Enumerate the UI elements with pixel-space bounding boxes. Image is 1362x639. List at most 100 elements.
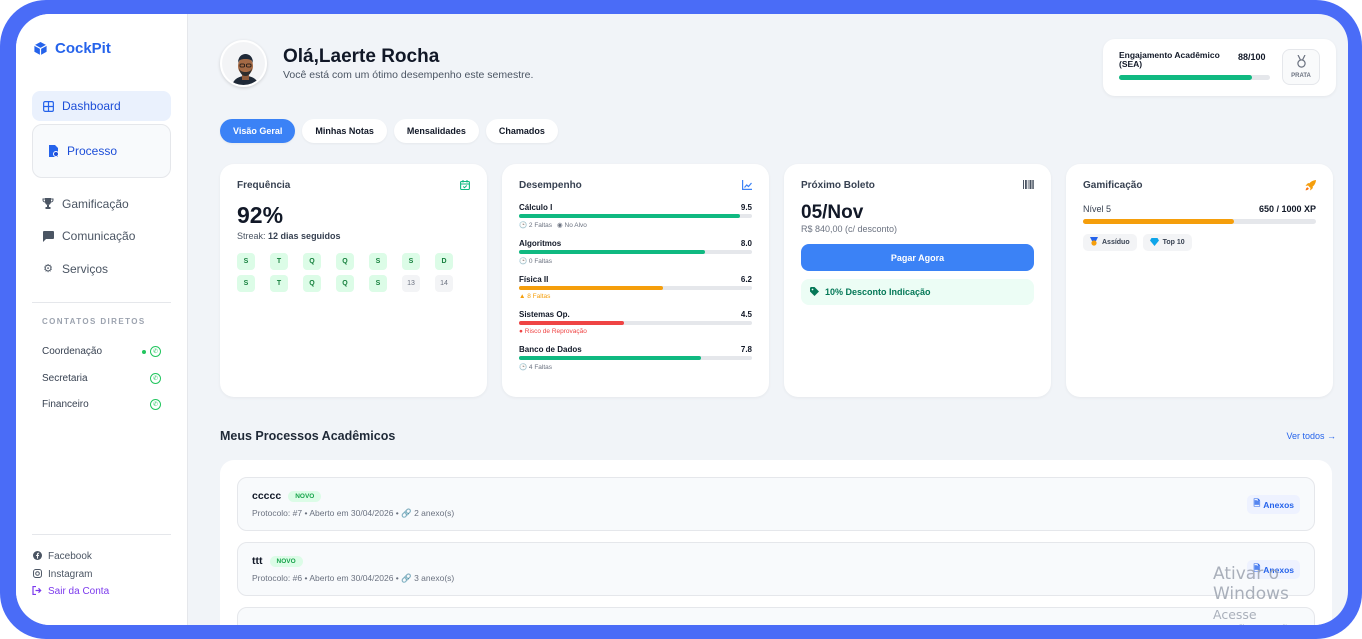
contact-label: Secretaria <box>42 372 88 384</box>
sidebar-item-label: Gamificação <box>62 196 129 211</box>
subject-item[interactable]: Física II 6.2 ▲ 8 Faltas <box>519 275 752 300</box>
see-all-link[interactable]: Ver todos → <box>1286 431 1336 441</box>
subject-progress <box>519 356 752 360</box>
day-cell: T <box>270 275 288 292</box>
day-cell: S <box>369 275 387 292</box>
dashboard-cards: Frequência 92% Streak: 12 dias seguidos … <box>220 164 1333 397</box>
tab-chamados[interactable]: Chamados <box>485 119 558 143</box>
page-header: Olá,Laerte Rocha Você está com um ótimo … <box>220 40 533 87</box>
subject-progress <box>519 321 752 325</box>
windows-activation-watermark: Ativar o Windows Acesse Configurações pa… <box>1213 564 1348 625</box>
subject-progress <box>519 250 752 254</box>
whatsapp-icon[interactable]: ✆ <box>150 399 161 411</box>
list-item[interactable]: ttt NOVO Protocolo: #6 • Aberto em 30/04/… <box>237 542 1315 596</box>
streak-value: 12 dias seguidos <box>268 231 341 241</box>
subject-progress-fill <box>519 250 706 254</box>
subject-note-text: 8 Faltas <box>527 293 551 300</box>
sidebar-item-gamificacao[interactable]: Gamificação <box>32 189 171 219</box>
badge-assiduo[interactable]: Assíduo <box>1083 234 1137 251</box>
instagram-icon <box>32 568 42 580</box>
contacts-title: CONTATOS DIRETOS <box>42 317 146 327</box>
attendance-value: 92% <box>237 202 284 228</box>
subject-item[interactable]: Banco de Dados 7.8 🕒 4 Faltas <box>519 345 752 371</box>
subject-progress-fill <box>519 356 701 360</box>
pay-now-button[interactable]: Pagar Agora <box>801 244 1034 271</box>
medal-badge[interactable]: PRATA <box>1282 49 1320 85</box>
subject-name: Cálculo I <box>519 203 553 212</box>
app-logo[interactable]: CockPit <box>33 40 171 57</box>
engagement-value: 88/100 <box>1238 52 1266 62</box>
process-list: ccccc NOVO Protocolo: #7 • Aberto em 30/0… <box>220 460 1332 625</box>
day-cell: Q <box>303 253 321 270</box>
badge-top10[interactable]: Top 10 <box>1142 234 1192 251</box>
logout-icon <box>32 586 42 597</box>
attachments-button[interactable]: 🗎 Anexos <box>1247 495 1300 514</box>
subject-note: ● Risco de Reprovação <box>519 328 587 335</box>
file-icon <box>47 144 59 157</box>
list-item[interactable] <box>237 607 1315 625</box>
sidebar-item-label: Dashboard <box>62 99 121 113</box>
whatsapp-icon[interactable]: ✆ <box>150 346 161 358</box>
day-cell: 13 <box>402 275 420 292</box>
clock-icon: 🕒 <box>519 222 528 229</box>
facebook-link[interactable]: Facebook <box>32 548 171 566</box>
clock-icon: 🕒 <box>519 364 528 371</box>
card-title: Frequência <box>237 180 291 191</box>
subject-progress <box>519 286 752 290</box>
trophy-icon <box>42 198 54 210</box>
whatsapp-icon[interactable]: ✆ <box>150 372 161 384</box>
contact-coordenacao[interactable]: Coordenação ✆ <box>32 338 171 365</box>
boleto-date: 05/Nov <box>801 202 864 223</box>
engagement-label: Engajamento Acadêmico (SEA) <box>1119 50 1220 69</box>
subject-item[interactable]: Cálculo I 9.5 🕒 2 Faltas ◉ No Alvo <box>519 203 752 229</box>
logout-link[interactable]: Sair da Conta <box>32 583 171 601</box>
tab-minhas-notas[interactable]: Minhas Notas <box>302 119 387 143</box>
streak-text: Streak: 12 dias seguidos <box>237 231 470 241</box>
day-cell: S <box>402 253 420 270</box>
subject-item[interactable]: Algoritmos 8.0 🕒 0 Faltas <box>519 239 752 265</box>
instagram-link[interactable]: Instagram <box>32 566 171 584</box>
day-cell: Q <box>336 253 354 270</box>
day-cell: Q <box>303 275 321 292</box>
sidebar-item-servicos[interactable]: ⚙ Serviços <box>32 254 171 284</box>
sidebar-item-label: Serviços <box>62 261 109 276</box>
contact-financeiro[interactable]: Financeiro ✆ <box>32 391 171 418</box>
subject-note-text: 2 Faltas <box>528 222 553 229</box>
sidebar-item-comunicacao[interactable]: Comunicação <box>32 221 171 251</box>
subject-progress-fill <box>519 214 741 218</box>
sidebar-nav: Dashboard Processo Gamificação Comunicaç… <box>32 91 171 286</box>
xp-value: 650 / 1000 XP <box>1258 204 1316 214</box>
day-cell: S <box>237 275 255 292</box>
tab-visao-geral[interactable]: Visão Geral <box>220 119 296 143</box>
avatar[interactable] <box>220 40 267 87</box>
day-cell: D <box>435 253 453 270</box>
day-cell: T <box>270 253 288 270</box>
gamification-card: Gamificação Nível 5 650 / 1000 XP Assíduo… <box>1066 164 1333 397</box>
barcode-icon <box>1023 180 1034 192</box>
medal-icon <box>1090 237 1098 248</box>
subject-grade: 9.5 <box>740 203 752 212</box>
day-cell: S <box>369 253 387 270</box>
day-cell: S <box>237 253 255 270</box>
subject-item[interactable]: Sistemas Op. 4.5 ● Risco de Reprovação <box>519 310 752 335</box>
attendance-days: S T Q Q S S D S T Q Q S 13 14 <box>237 253 470 292</box>
watermark-subtitle: Acesse Configurações para ativar o Windo… <box>1213 607 1335 625</box>
subject-note: 🕒 0 Faltas <box>519 257 552 265</box>
warning-icon: ▲ <box>519 293 526 300</box>
sidebar-item-dashboard[interactable]: Dashboard <box>32 91 171 121</box>
tab-mensalidades[interactable]: Mensalidades <box>393 119 479 143</box>
xp-progress <box>1083 219 1316 224</box>
file-icon: 🗎 <box>1253 497 1261 508</box>
facebook-icon <box>32 551 42 562</box>
subject-note: ◉ No Alvo <box>557 221 587 229</box>
divider <box>32 534 171 535</box>
day-cell: Q <box>336 275 354 292</box>
status-badge: NOVO <box>288 490 322 502</box>
sidebar-item-processo[interactable]: Processo <box>32 123 171 178</box>
subject-list: Cálculo I 9.5 🕒 2 Faltas ◉ No Alvo Algoritmo… <box>519 203 752 371</box>
gear-icon: ⚙ <box>43 263 53 276</box>
contact-secretaria[interactable]: Secretaria ✆ <box>32 365 171 392</box>
discount-banner[interactable]: 10% Desconto Indicação <box>801 279 1034 305</box>
list-item[interactable]: ccccc NOVO Protocolo: #7 • Aberto em 30/0… <box>237 477 1315 531</box>
subject-note-text: No Alvo <box>564 222 587 229</box>
